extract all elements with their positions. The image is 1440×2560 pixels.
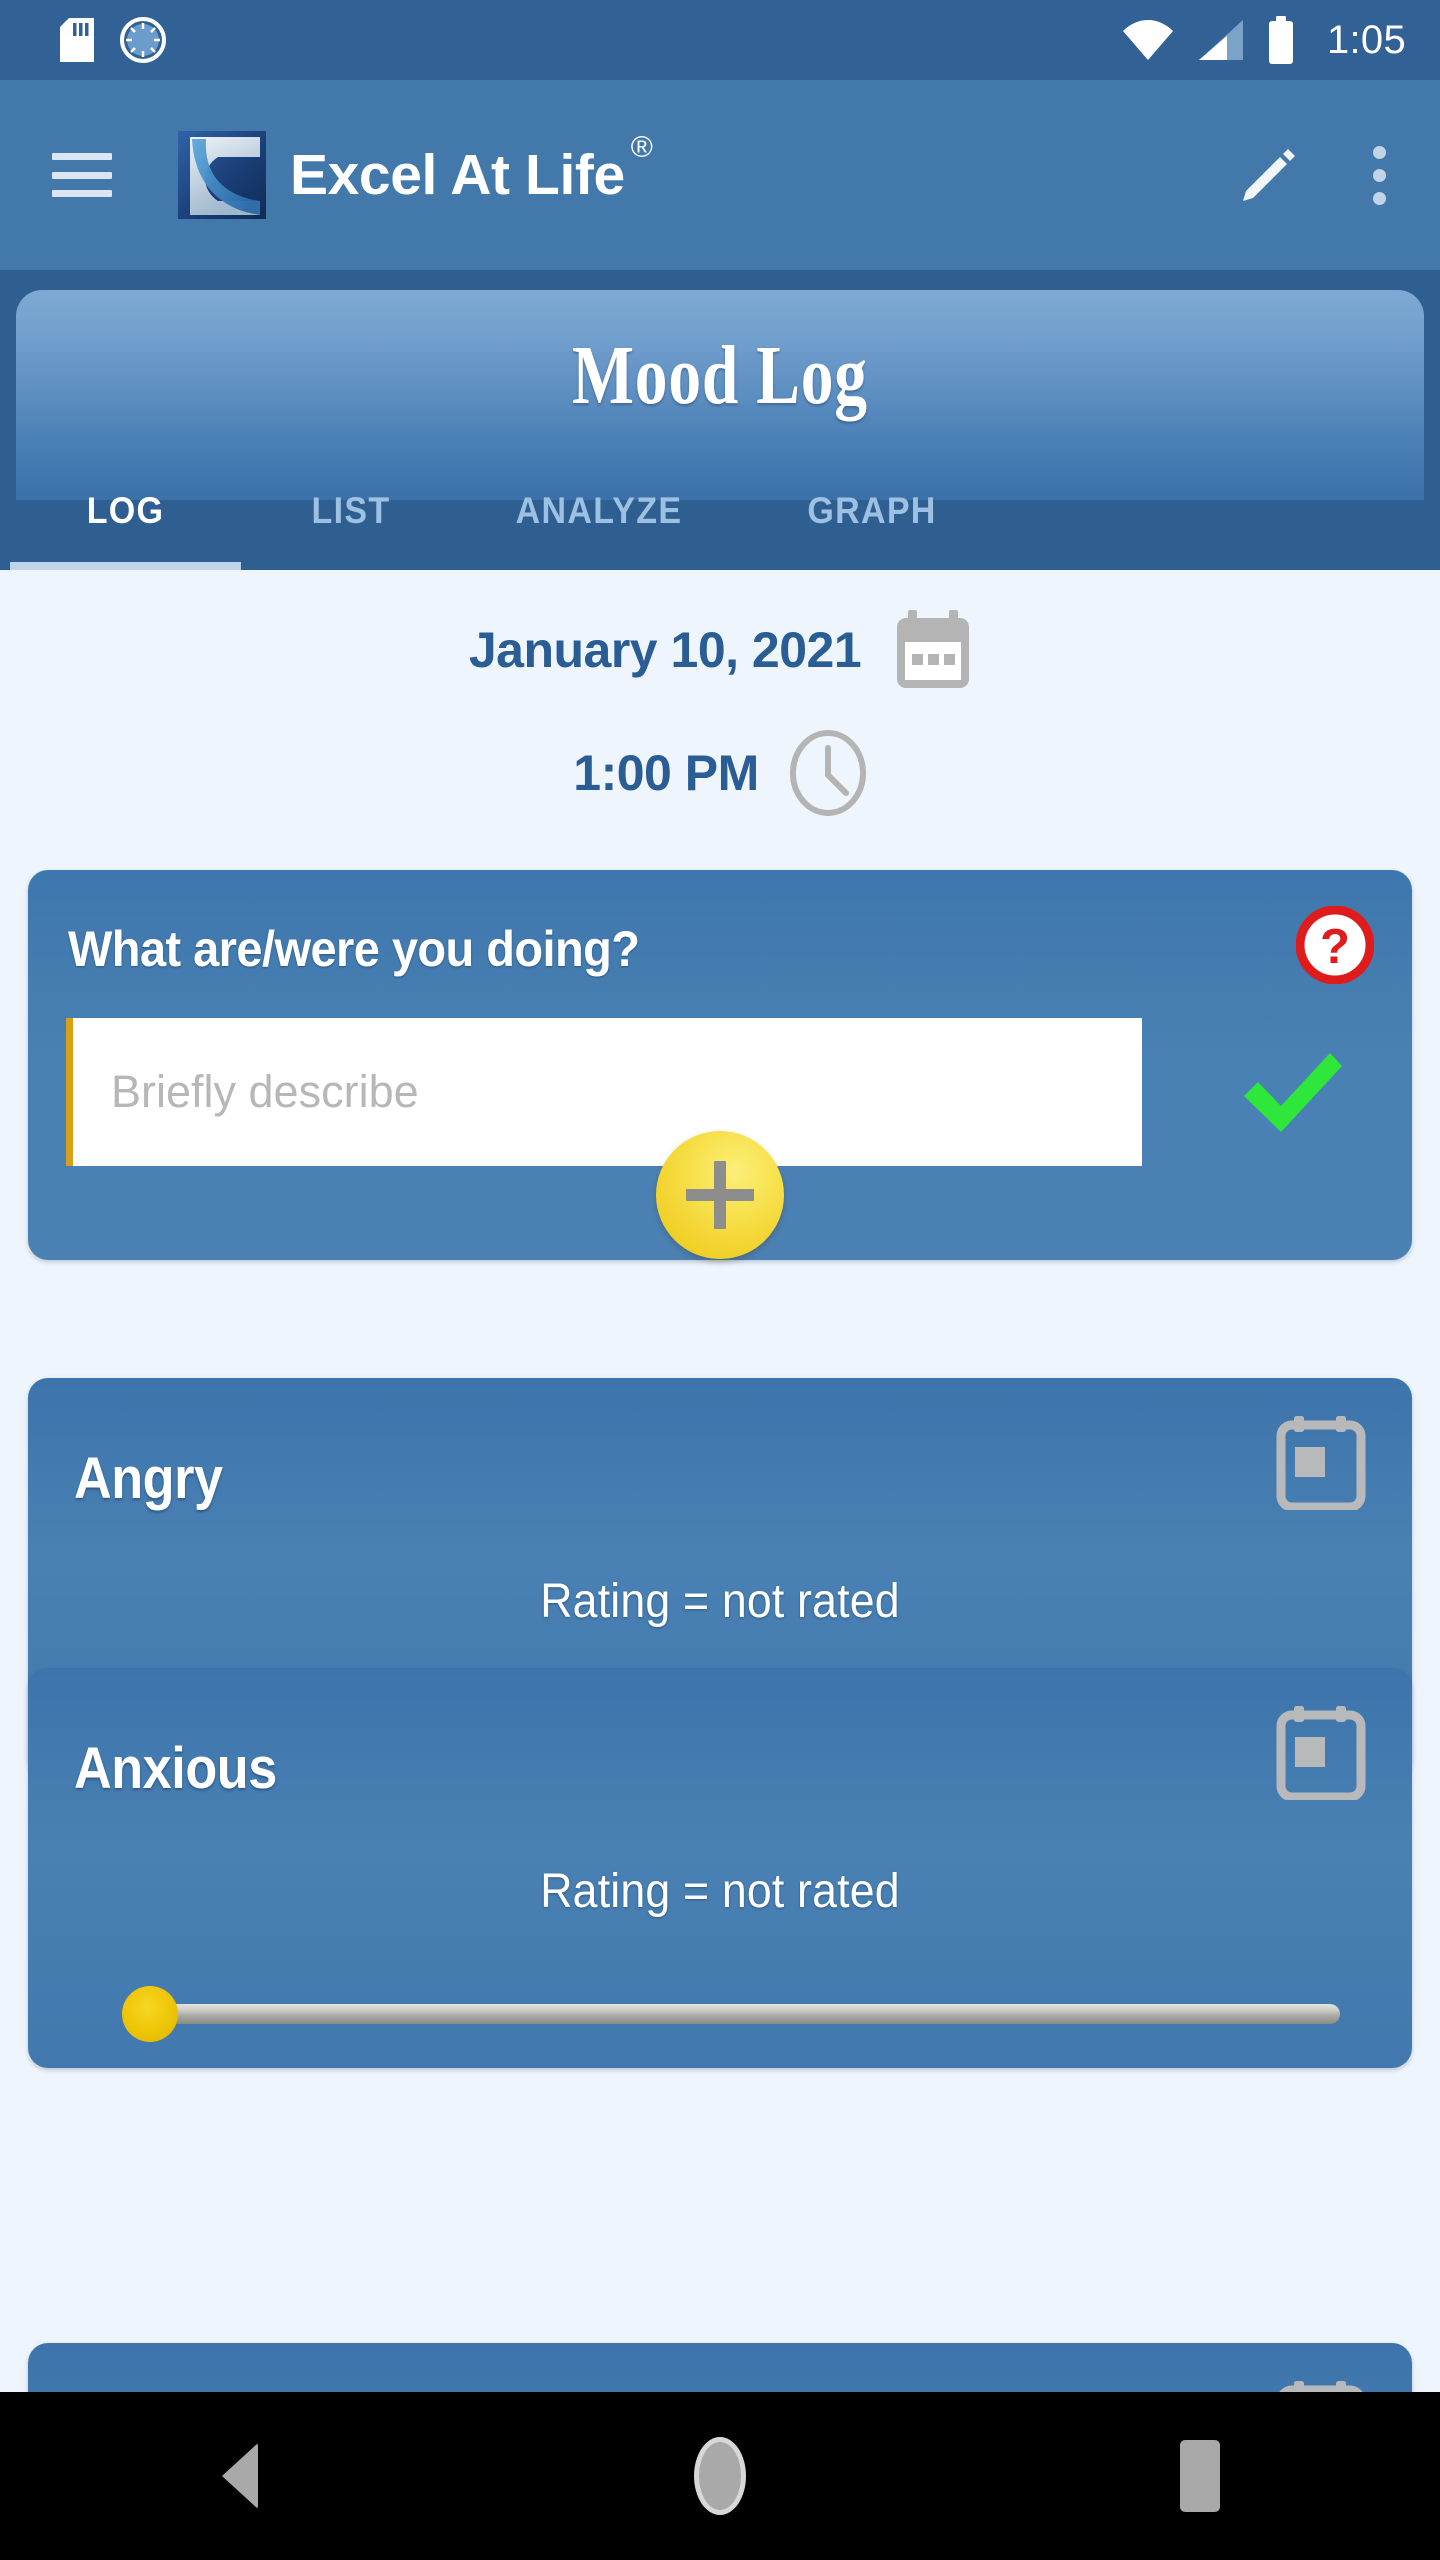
activity-describe-title: What are/were you doing? (68, 921, 640, 977)
overflow-menu-icon[interactable] (1357, 138, 1402, 213)
excel-at-life-logo-icon (174, 127, 270, 223)
recents-square-icon (1180, 2440, 1220, 2512)
svg-text:?: ? (1320, 920, 1350, 974)
page-title: Mood Log (572, 329, 868, 422)
plus-icon-vertical (714, 1161, 726, 1229)
status-bar: 1:05 (0, 0, 1440, 80)
clock-icon[interactable] (789, 730, 867, 816)
entry-time-value: 1:00 PM (573, 745, 759, 801)
calendar-event-icon[interactable] (1276, 2381, 1366, 2392)
nav-recents-button[interactable] (960, 2392, 1440, 2560)
app-brand: Excel At Life ® (174, 127, 653, 223)
mood-card: Anxious Rating = not rated (28, 1668, 1412, 2068)
tab-active-indicator (10, 562, 241, 570)
pencil-edit-icon[interactable] (1237, 143, 1301, 207)
mood-rating-label: Rating = not rated (540, 1575, 900, 1628)
battery-icon (1268, 16, 1293, 64)
tab-list[interactable]: LIST (259, 452, 443, 570)
app-bar: Excel At Life ® (0, 80, 1440, 270)
entry-time-row[interactable]: 1:00 PM (0, 730, 1440, 816)
status-bar-left-icons (60, 17, 166, 63)
cellular-signal-icon (1198, 20, 1243, 60)
tab-log[interactable]: LOG (10, 452, 241, 570)
mood-rating-label: Rating = not rated (540, 1865, 900, 1918)
nav-back-button[interactable] (0, 2392, 480, 2560)
calendar-icon[interactable] (895, 610, 971, 690)
hamburger-menu-icon[interactable] (52, 153, 112, 197)
tab-list-label: LIST (311, 490, 391, 531)
app-bar-actions (1237, 138, 1402, 213)
tab-analyze[interactable]: ANALYZE (463, 452, 735, 570)
tab-graph[interactable]: GRAPH (757, 452, 987, 570)
tab-log-label: LOG (86, 490, 165, 531)
mood-name: Angry (74, 1446, 223, 1511)
activity-describe-input[interactable] (66, 1018, 1142, 1166)
entry-date-row[interactable]: January 10, 2021 (0, 610, 1440, 690)
sd-card-icon (60, 18, 94, 62)
status-bar-clock: 1:05 (1326, 18, 1406, 62)
green-checkmark-icon[interactable] (1236, 1040, 1346, 1140)
tab-graph-label: GRAPH (807, 490, 937, 531)
wifi-icon (1122, 20, 1173, 60)
entry-date-value: January 10, 2021 (468, 622, 862, 678)
back-triangle-icon (222, 2443, 258, 2509)
help-question-icon[interactable]: ? (1296, 906, 1374, 984)
calendar-event-icon[interactable] (1276, 1706, 1366, 1800)
mood-rating-slider[interactable] (100, 1982, 1340, 2046)
log-tab-content: January 10, 2021 1:00 PM What are/were y… (0, 570, 1440, 2392)
nav-home-button[interactable] (480, 2392, 960, 2560)
status-bar-right-icons: 1:05 (1121, 16, 1406, 64)
tab-bar: LOG LIST ANALYZE GRAPH (0, 452, 1440, 570)
slider-track (146, 2004, 1340, 2024)
add-activity-button[interactable] (656, 1131, 784, 1259)
mood-name: Anxious (74, 1736, 277, 1801)
home-circle-icon (694, 2437, 746, 2515)
calendar-event-icon[interactable] (1276, 1416, 1366, 1510)
tab-analyze-label: ANALYZE (515, 490, 683, 531)
registered-trademark-mark: ® (630, 131, 653, 164)
slider-thumb[interactable] (122, 1986, 178, 2042)
phone-screen: 1:05 Excel At Life ® Mood Log LOG LIST A… (0, 0, 1440, 2560)
app-title: Excel At Life (290, 142, 625, 207)
android-navigation-bar (0, 2392, 1440, 2560)
mood-card (28, 2343, 1412, 2392)
alarm-clock-icon (120, 17, 166, 63)
